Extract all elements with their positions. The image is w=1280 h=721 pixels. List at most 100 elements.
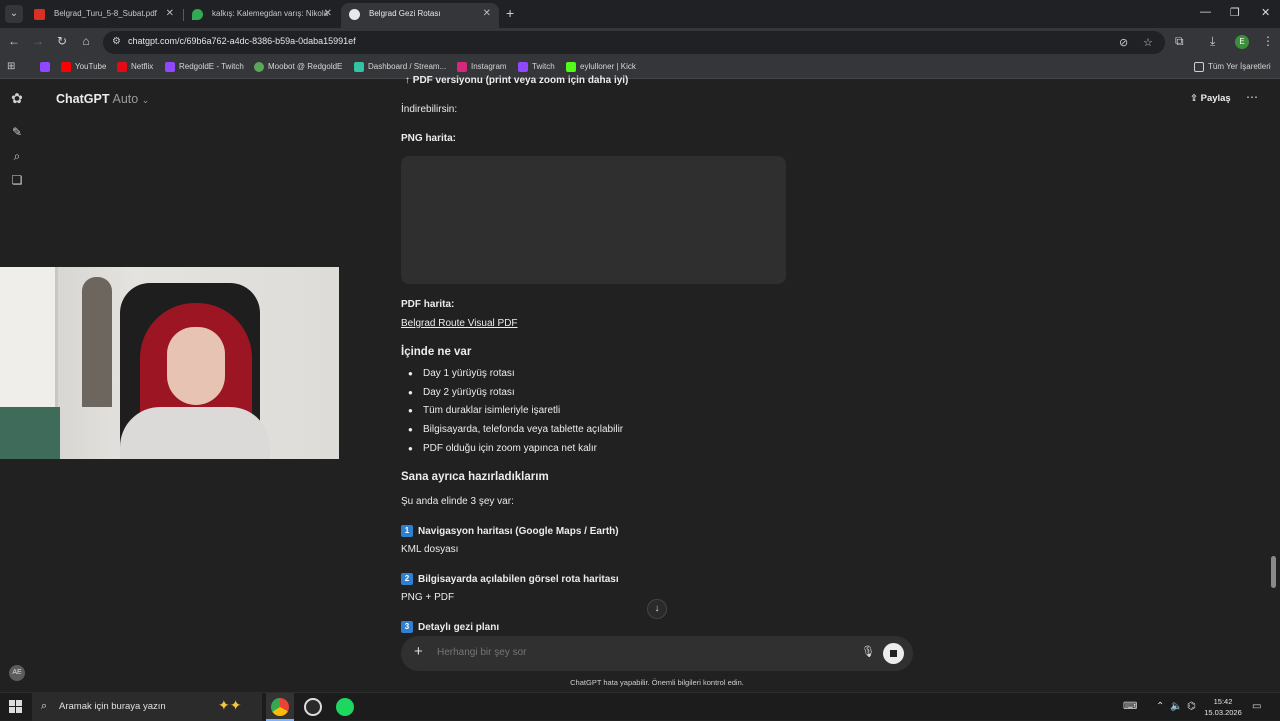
bookmark-label: RedgoldE - Twitch — [179, 62, 244, 71]
taskbar-search-placeholder: Aramak için buraya yazın — [59, 701, 166, 712]
openai-logo-icon[interactable]: ✿ — [10, 90, 24, 107]
user-avatar[interactable]: AE — [9, 665, 25, 681]
url-text[interactable]: chatgpt.com/c/69b6a762-a4dc-8386-b59a-0d… — [128, 36, 356, 46]
library-icon[interactable]: ❏ — [10, 173, 24, 187]
tab-title: Belgrad Gezi Rotası — [369, 9, 441, 18]
back-icon[interactable]: ← — [6, 34, 22, 48]
keyboard-icon[interactable]: ⌨ — [1123, 701, 1137, 712]
netflix-icon — [117, 62, 127, 72]
bookmark-label: Netflix — [131, 62, 154, 71]
reload-icon[interactable]: ↻ — [54, 34, 70, 48]
tab-title: kalkış: Kalemegdan varış: Nikola — [212, 9, 329, 18]
scroll-down-button[interactable]: ↓ — [647, 599, 667, 619]
model-mode: Auto — [112, 92, 139, 106]
apps-grid-icon[interactable]: ⊞ — [7, 61, 15, 72]
clock-date: 15.03.2026 — [1204, 708, 1242, 717]
home-icon[interactable]: ⌂ — [78, 34, 94, 48]
bookmark-label: eylulloner | Kick — [580, 62, 636, 71]
all-bookmarks[interactable]: Tüm Yer İşaretleri — [1194, 61, 1271, 72]
address-bar[interactable]: ⚙ chatgpt.com/c/69b6a762-a4dc-8386-b59a-… — [103, 31, 1165, 54]
network-icon[interactable]: ⌬ — [1187, 701, 1196, 712]
menu-icon[interactable]: ⋮ — [1262, 34, 1274, 48]
close-icon[interactable]: ✕ — [166, 3, 174, 25]
extensions-icon[interactable]: ⧉ — [1175, 34, 1184, 49]
chevron-up-icon[interactable]: ⌃ — [1156, 701, 1164, 712]
spotify-icon[interactable] — [336, 698, 354, 716]
close-window-icon[interactable]: ✕ — [1261, 6, 1270, 19]
prepared-item-sub: KML dosyası — [401, 544, 459, 555]
number-badge: 3 — [401, 621, 413, 633]
browser-toolbar: ← → ↻ ⌂ ⚙ chatgpt.com/c/69b6a762-a4dc-83… — [0, 28, 1280, 57]
prompt-input[interactable] — [437, 647, 817, 658]
download-icon[interactable]: ⤓ — [1210, 34, 1215, 49]
tracking-off-icon[interactable]: ⊘ — [1119, 36, 1128, 49]
minimize-icon[interactable]: — — [1200, 6, 1211, 18]
prepared-intro: Şu anda elinde 3 şey var: — [401, 496, 514, 507]
pdf-label: PDF harita: — [401, 299, 455, 310]
streamlabs-icon — [354, 62, 364, 72]
chrome-icon[interactable] — [271, 698, 289, 716]
folder-icon — [1194, 62, 1204, 72]
obs-icon[interactable] — [304, 698, 322, 716]
prepared-item-title: 2 Bilgisayarda açılabilen görsel rota har… — [401, 573, 619, 585]
twitch-icon — [518, 62, 528, 72]
search-icon[interactable]: ⌕ — [10, 149, 24, 164]
png-label: PNG harita: — [401, 133, 457, 144]
moobot-icon — [254, 62, 264, 72]
bookmark-dashboard[interactable]: Dashboard / Stream... — [354, 61, 446, 72]
tab-pdf[interactable]: Belgrad_Turu_5-8_Subat.pdf ✕ — [26, 3, 182, 28]
clock-time: 15:42 — [1213, 697, 1233, 706]
bookmark-label: Instagram — [471, 62, 507, 71]
share-button[interactable]: ⇪ Paylaş — [1190, 93, 1231, 104]
bookmark-label: YouTube — [75, 62, 107, 71]
stop-button[interactable] — [883, 643, 904, 664]
youtube-icon — [61, 62, 71, 72]
microphone-icon[interactable]: 🎙 — [861, 645, 875, 658]
windows-start-icon[interactable] — [9, 700, 22, 713]
tab-chatgpt[interactable]: Belgrad Gezi Rotası ✕ — [341, 3, 499, 28]
arrow-icon: ↑ — [405, 75, 413, 86]
cut-heading: ↑ PDF versiyonu (print veya zoom için da… — [405, 75, 629, 86]
tab-title: Belgrad_Turu_5-8_Subat.pdf — [54, 9, 157, 18]
profile-avatar[interactable]: E — [1235, 35, 1249, 49]
maps-pin-icon — [192, 9, 203, 20]
volume-icon[interactable]: 🔈 — [1170, 701, 1182, 712]
new-tab-button[interactable]: + — [506, 5, 514, 21]
webcam-overlay — [0, 267, 339, 459]
clock[interactable]: 15:42 15.03.2026 — [1200, 696, 1246, 718]
restore-icon[interactable]: ❐ — [1230, 6, 1240, 19]
attach-plus-icon[interactable]: + — [414, 643, 423, 660]
streamer-face — [167, 327, 225, 405]
prepared-heading: Sana ayrıca hazırladıklarım — [401, 471, 549, 483]
model-title: ChatGPT — [56, 92, 110, 106]
bookmark-redgolde-twitch[interactable]: RedgoldE - Twitch — [165, 61, 244, 72]
bookmark-youtube[interactable]: YouTube — [61, 61, 106, 72]
chevron-down-icon: ⌄ — [141, 95, 150, 105]
bookmark-label: Moobot @ RedgoldE — [268, 62, 343, 71]
bookmark-twitch-2[interactable]: Twitch — [518, 61, 555, 72]
bookmark-instagram[interactable]: Instagram — [457, 61, 507, 72]
png-map-image[interactable] — [401, 156, 786, 284]
bookmark-star-icon[interactable]: ☆ — [1143, 36, 1153, 49]
close-icon[interactable]: ✕ — [483, 3, 491, 25]
more-options-icon[interactable]: ⋯ — [1246, 90, 1258, 104]
taskbar-search[interactable]: ⌕ Aramak için buraya yazın ✦✦ — [32, 693, 262, 721]
forward-icon[interactable]: → — [30, 34, 46, 48]
pdf-link[interactable]: Belgrad Route Visual PDF — [401, 318, 518, 329]
bookmark-kick[interactable]: eylulloner | Kick — [566, 61, 636, 72]
new-chat-icon[interactable]: ✎ — [10, 125, 24, 139]
close-icon[interactable]: ✕ — [324, 3, 332, 25]
tab-search-button[interactable]: ⌄ — [5, 5, 23, 23]
site-info-icon[interactable]: ⚙ — [112, 36, 121, 47]
model-selector[interactable]: ChatGPT Auto ⌄ — [56, 92, 149, 106]
bookmark-moobot[interactable]: Moobot @ RedgoldE — [254, 61, 342, 72]
page-scrollbar[interactable] — [1271, 556, 1276, 588]
bookmark-netflix[interactable]: Netflix — [117, 61, 153, 72]
share-label: Paylaş — [1200, 93, 1231, 104]
notification-icon[interactable]: ▭ — [1252, 701, 1261, 712]
prepared-item-title: 3 Detaylı gezi planı — [401, 621, 499, 633]
tab-maps[interactable]: kalkış: Kalemegdan varış: Nikola ✕ — [184, 3, 340, 28]
chatgpt-icon — [349, 9, 360, 20]
taskbar: ⌕ Aramak için buraya yazın ✦✦ ⌨ ⌃ 🔈 ⌬ 15… — [0, 692, 1280, 721]
share-icon: ⇪ — [1190, 93, 1198, 104]
